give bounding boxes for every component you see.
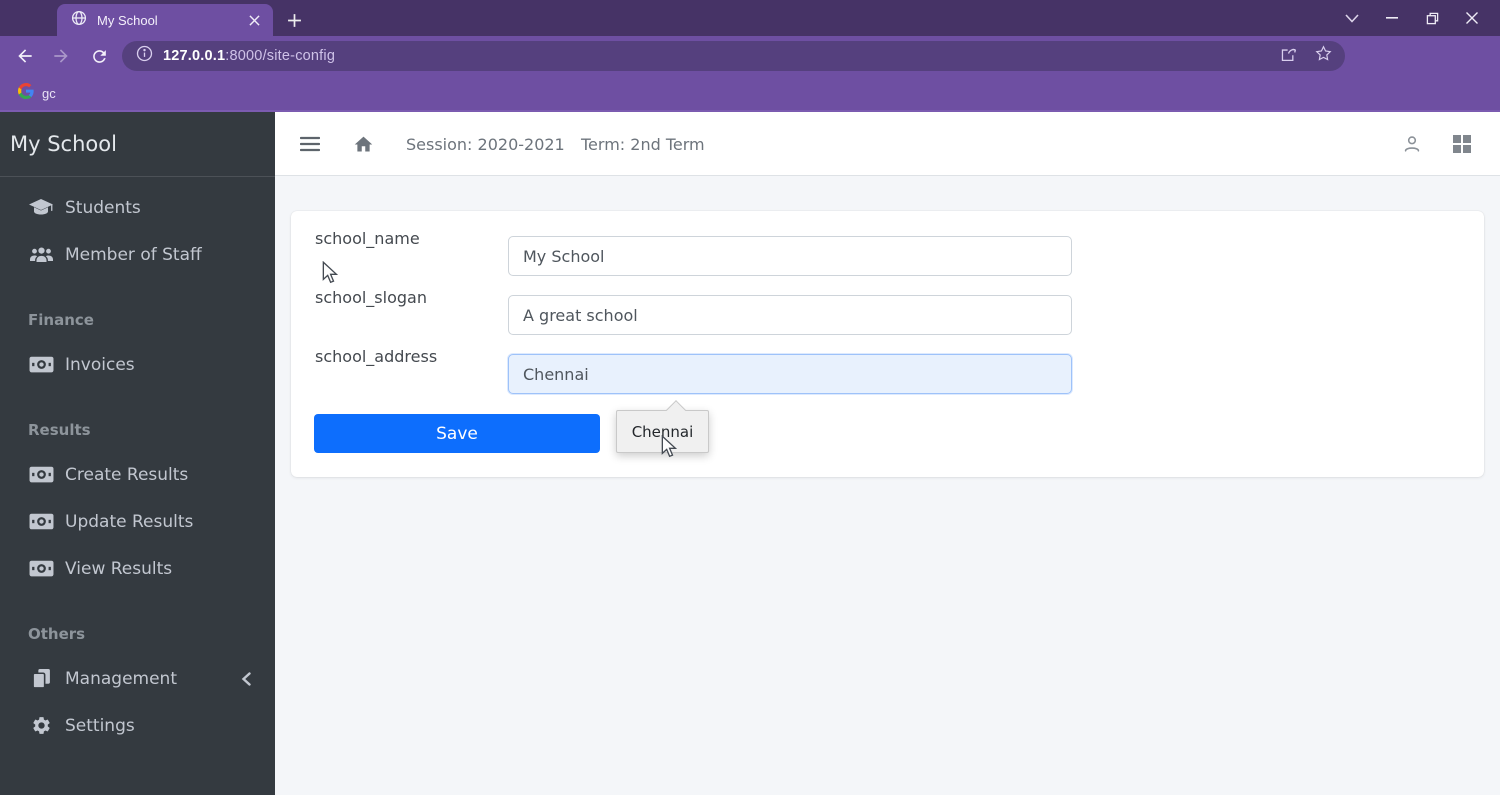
browser-chrome: My School bbox=[0, 0, 1500, 112]
sidebar-nav: Students Member of Staff Finance bbox=[0, 177, 275, 749]
autofill-suggestion[interactable]: Chennai bbox=[632, 423, 694, 441]
sidebar-item-management[interactable]: Management bbox=[0, 655, 275, 702]
sidebar-item-invoices[interactable]: Invoices bbox=[0, 341, 275, 388]
sidebar-item-label: Settings bbox=[65, 716, 135, 736]
users-icon bbox=[28, 247, 54, 263]
forward-button[interactable] bbox=[46, 41, 76, 71]
school-slogan-input[interactable] bbox=[508, 295, 1072, 335]
sidebar-item-create-results[interactable]: Create Results bbox=[0, 451, 275, 498]
app-navbar: Session: 2020-2021 Term: 2nd Term bbox=[275, 112, 1500, 176]
address-bar[interactable]: 127.0.0.1:8000/site-config bbox=[122, 41, 1345, 71]
browser-tab[interactable]: My School bbox=[57, 4, 273, 36]
globe-favicon-icon bbox=[71, 10, 87, 30]
url-path: :8000/site-config bbox=[225, 48, 335, 64]
autofill-dropdown: Chennai bbox=[616, 410, 709, 453]
sidebar-item-update-results[interactable]: Update Results bbox=[0, 498, 275, 545]
sidebar-item-students[interactable]: Students bbox=[0, 184, 275, 231]
gear-icon bbox=[28, 715, 54, 736]
school-name-input[interactable] bbox=[508, 236, 1072, 276]
google-logo-icon[interactable] bbox=[18, 83, 34, 103]
dropdown-notch bbox=[666, 400, 686, 420]
apps-grid-icon[interactable] bbox=[1452, 112, 1472, 176]
sidebar-item-label: Update Results bbox=[65, 512, 193, 532]
app-window: My School Students Member of Staff bbox=[0, 112, 1500, 795]
field-label-school-name: school_name bbox=[315, 229, 500, 248]
minimize-button[interactable] bbox=[1372, 0, 1412, 36]
school-address-input[interactable] bbox=[508, 354, 1072, 394]
sidebar-header-results: Results bbox=[0, 408, 275, 451]
url-host: 127.0.0.1 bbox=[163, 48, 225, 64]
back-button[interactable] bbox=[10, 41, 40, 71]
browser-toolbar: 127.0.0.1:8000/site-config bbox=[0, 36, 1500, 76]
site-config-card: school_name school_slogan school_address… bbox=[291, 211, 1484, 477]
sidebar: My School Students Member of Staff bbox=[0, 112, 275, 795]
money-bill-icon bbox=[28, 513, 54, 530]
graduation-cap-icon bbox=[28, 199, 54, 217]
url-text: 127.0.0.1:8000/site-config bbox=[163, 48, 335, 64]
sidebar-item-view-results[interactable]: View Results bbox=[0, 545, 275, 592]
money-bill-icon bbox=[28, 560, 54, 577]
reload-button[interactable] bbox=[84, 41, 114, 71]
sidebar-item-settings[interactable]: Settings bbox=[0, 702, 275, 749]
field-label-school-address: school_address bbox=[315, 347, 500, 366]
home-icon[interactable] bbox=[353, 112, 374, 176]
tab-title: My School bbox=[97, 13, 245, 28]
field-label-school-slogan: school_slogan bbox=[315, 288, 500, 307]
bookmarks-bar: gc bbox=[0, 76, 1500, 112]
sidebar-brand[interactable]: My School bbox=[0, 112, 275, 177]
chevron-left-icon bbox=[241, 655, 251, 702]
sidebar-header-finance: Finance bbox=[0, 298, 275, 341]
browser-titlebar: My School bbox=[0, 0, 1500, 36]
sidebar-header-others: Others bbox=[0, 612, 275, 655]
bookmark-item[interactable]: gc bbox=[42, 86, 56, 101]
close-window-button[interactable] bbox=[1452, 0, 1492, 36]
session-label: Session: 2020-2021 bbox=[406, 112, 565, 176]
tab-close-icon[interactable] bbox=[245, 11, 263, 29]
tab-search-chevron-icon[interactable] bbox=[1332, 0, 1372, 36]
sidebar-item-label: View Results bbox=[65, 559, 172, 579]
restore-button[interactable] bbox=[1412, 0, 1452, 36]
sidebar-item-label: Member of Staff bbox=[65, 245, 202, 265]
sidebar-toggle-hamburger-icon[interactable] bbox=[300, 112, 320, 176]
sidebar-item-member-of-staff[interactable]: Member of Staff bbox=[0, 231, 275, 278]
main-area: Session: 2020-2021 Term: 2nd Term school… bbox=[275, 112, 1500, 795]
site-info-icon[interactable] bbox=[136, 45, 153, 67]
save-button[interactable]: Save bbox=[314, 414, 600, 453]
sidebar-item-label: Students bbox=[65, 198, 141, 218]
share-icon[interactable] bbox=[1279, 44, 1298, 68]
bookmark-star-icon[interactable] bbox=[1314, 44, 1333, 68]
money-bill-icon bbox=[28, 466, 54, 483]
sidebar-item-label: Invoices bbox=[65, 355, 135, 375]
user-profile-icon[interactable] bbox=[1401, 112, 1423, 176]
new-tab-button[interactable] bbox=[282, 8, 306, 32]
sidebar-item-label: Create Results bbox=[65, 465, 188, 485]
window-controls bbox=[1332, 0, 1492, 36]
money-bill-icon bbox=[28, 356, 54, 373]
content-area: school_name school_slogan school_address… bbox=[275, 176, 1500, 795]
term-label: Term: 2nd Term bbox=[581, 112, 705, 176]
sidebar-item-label: Management bbox=[65, 669, 177, 689]
copy-icon bbox=[28, 668, 54, 689]
